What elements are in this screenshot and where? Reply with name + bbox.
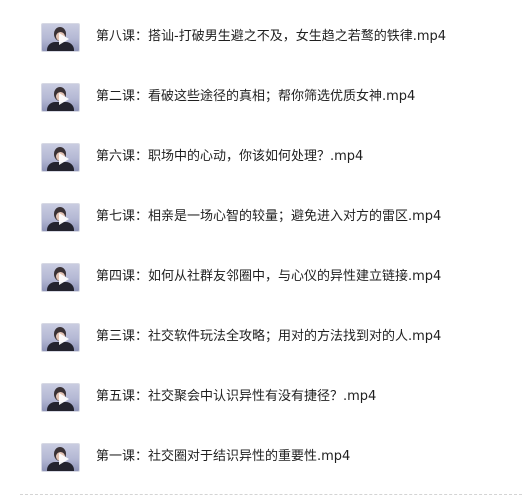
file-name[interactable]: 第五课：社交聚会中认识异性有没有捷径？.mp4 xyxy=(96,388,376,406)
video-thumbnail-icon[interactable] xyxy=(41,263,80,292)
file-row[interactable]: 第四课：如何从社群友邻圈中，与心仪的异性建立链接.mp4 xyxy=(0,261,522,321)
video-thumbnail-icon[interactable] xyxy=(41,23,80,52)
file-name[interactable]: 第二课：看破这些途径的真相；帮你筛选优质女神.mp4 xyxy=(96,88,415,106)
play-icon xyxy=(59,333,69,345)
file-name[interactable]: 第七课：相亲是一场心智的较量；避免进入对方的雷区.mp4 xyxy=(96,208,441,226)
play-icon xyxy=(59,33,69,45)
file-name[interactable]: 第八课：搭讪-打破男生避之不及，女生趋之若鹜的铁律.mp4 xyxy=(96,28,446,46)
video-thumbnail-icon[interactable] xyxy=(41,323,80,352)
play-icon xyxy=(59,213,69,225)
file-name[interactable]: 第六课：职场中的心动，你该如何处理？.mp4 xyxy=(96,148,363,166)
video-thumbnail-icon[interactable] xyxy=(41,203,80,232)
play-icon xyxy=(59,273,69,285)
video-thumbnail-icon[interactable] xyxy=(41,83,80,112)
file-row[interactable]: 第七课：相亲是一场心智的较量；避免进入对方的雷区.mp4 xyxy=(0,201,522,261)
video-thumbnail-icon[interactable] xyxy=(41,443,80,472)
file-row[interactable]: 第二课：看破这些途径的真相；帮你筛选优质女神.mp4 xyxy=(0,81,522,141)
video-file-list: 第八课：搭讪-打破男生避之不及，女生趋之若鹜的铁律.mp4 第二课：看破这些途径… xyxy=(0,0,522,499)
list-divider xyxy=(20,494,522,495)
video-thumbnail-icon[interactable] xyxy=(41,383,80,412)
file-row[interactable]: 第八课：搭讪-打破男生避之不及，女生趋之若鹜的铁律.mp4 xyxy=(0,21,522,81)
play-icon xyxy=(59,393,69,405)
play-icon xyxy=(59,453,69,465)
file-name[interactable]: 第三课：社交软件玩法全攻略；用对的方法找到对的人.mp4 xyxy=(96,328,441,346)
file-row[interactable]: 第三课：社交软件玩法全攻略；用对的方法找到对的人.mp4 xyxy=(0,321,522,381)
play-icon xyxy=(59,153,69,165)
file-name[interactable]: 第四课：如何从社群友邻圈中，与心仪的异性建立链接.mp4 xyxy=(96,268,441,286)
file-row[interactable]: 第五课：社交聚会中认识异性有没有捷径？.mp4 xyxy=(0,381,522,441)
file-name[interactable]: 第一课：社交圈对于结识异性的重要性.mp4 xyxy=(96,448,350,466)
play-icon xyxy=(59,93,69,105)
file-row[interactable]: 第六课：职场中的心动，你该如何处理？.mp4 xyxy=(0,141,522,201)
video-thumbnail-icon[interactable] xyxy=(41,143,80,172)
file-row[interactable]: 第一课：社交圈对于结识异性的重要性.mp4 xyxy=(0,441,522,501)
